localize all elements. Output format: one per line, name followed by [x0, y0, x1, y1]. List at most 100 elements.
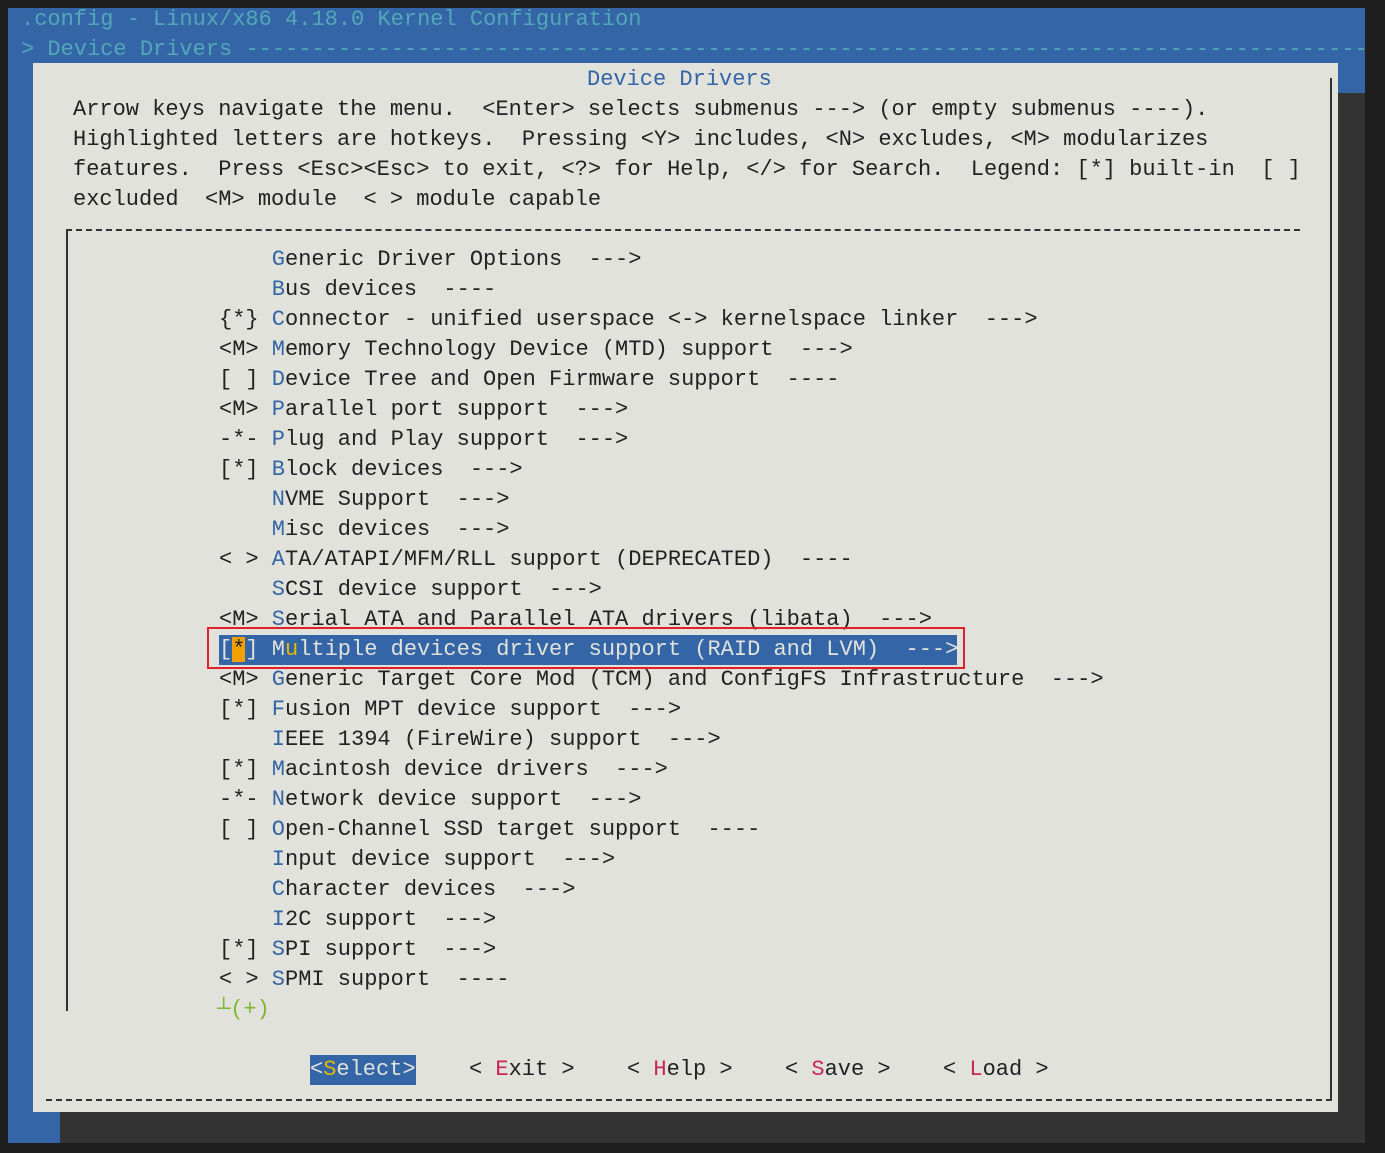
menu-item-state[interactable]: < > [219, 965, 272, 995]
dialog-shadow [1338, 93, 1365, 1143]
highlight-annotation-box [207, 627, 965, 669]
menu-item-label: SPI support ---> [271, 937, 497, 962]
exit-button[interactable]: < Exit > [469, 1055, 575, 1085]
menu-item[interactable]: < > ATA/ATAPI/MFM/RLL support (DEPRECATED… [219, 545, 853, 575]
menu-item[interactable]: NVME Support ---> [219, 485, 510, 515]
button-hotkey: L [969, 1057, 983, 1082]
hotkey-letter: M [271, 757, 285, 782]
menu-item[interactable]: -*- Plug and Play support ---> [219, 425, 628, 455]
menu-item-label: Parallel port support ---> [271, 397, 629, 422]
hotkey-letter: M [271, 337, 285, 362]
breadcrumb-text: > Device Drivers [21, 37, 233, 62]
window-title: .config - Linux/x86 4.18.0 Kernel Config… [21, 7, 642, 32]
select-button[interactable]: <Select> [310, 1055, 416, 1085]
menu-item[interactable]: -*- Network device support ---> [219, 785, 641, 815]
menu-item[interactable]: Input device support ---> [219, 845, 615, 875]
menu-item[interactable]: [*] Fusion MPT device support ---> [219, 695, 681, 725]
menu-item-state[interactable]: -*- [219, 425, 272, 455]
menu-item-state[interactable]: [*] [219, 455, 272, 485]
menu-item-state[interactable]: [*] [219, 935, 272, 965]
breadcrumb-rule: ----------------------------------------… [245, 37, 1365, 62]
save-button[interactable]: < Save > [785, 1055, 891, 1085]
menu-item-label: Plug and Play support ---> [271, 427, 629, 452]
hotkey-letter: S [271, 937, 285, 962]
menu-item-state[interactable]: [ ] [219, 815, 272, 845]
hotkey-letter: S [271, 967, 285, 992]
menu-item[interactable]: Character devices ---> [219, 875, 576, 905]
menu-item-label: Connector - unified userspace <-> kernel… [271, 307, 1038, 332]
menu-item-label: Block devices ---> [271, 457, 523, 482]
hotkey-letter: P [271, 397, 285, 422]
help-text: Highlighted letters are hotkeys. Pressin… [73, 127, 1209, 152]
menu-item-state[interactable]: < > [219, 545, 272, 575]
hotkey-letter: B [271, 457, 285, 482]
menu-item[interactable]: {*} Connector - unified userspace <-> ker… [219, 305, 1038, 335]
menu-item-state[interactable]: [*] [219, 695, 272, 725]
hotkey-letter: O [271, 817, 285, 842]
menu-item[interactable]: [*] SPI support ---> [219, 935, 496, 965]
menu-item[interactable]: [*] Block devices ---> [219, 455, 523, 485]
menu-item-label: Character devices ---> [271, 877, 576, 902]
dialog-title: Device Drivers [587, 67, 772, 92]
hotkey-letter: G [271, 667, 285, 692]
hotkey-letter: A [271, 547, 285, 572]
hotkey-letter: C [271, 307, 285, 332]
hotkey-letter: S [271, 577, 285, 602]
button-hotkey: S [811, 1057, 825, 1082]
load-button[interactable]: < Load > [943, 1055, 1049, 1085]
menu-item-label: Macintosh device drivers ---> [271, 757, 668, 782]
hotkey-letter: N [271, 487, 285, 512]
menu-item-label: ATA/ATAPI/MFM/RLL support (DEPRECATED) -… [271, 547, 853, 572]
menu-item-state[interactable]: <M> [219, 335, 272, 365]
hotkey-letter: M [271, 517, 285, 542]
hotkey-letter: I [271, 847, 285, 872]
menu-item-state[interactable]: <M> [219, 395, 272, 425]
menu-item-state[interactable]: -*- [219, 785, 272, 815]
hotkey-letter: C [271, 877, 285, 902]
hotkey-letter: G [271, 247, 285, 272]
button-hotkey: H [653, 1057, 667, 1082]
menu-item-label: Open-Channel SSD target support ---- [271, 817, 761, 842]
more-items-indicator: ┴(+) [217, 997, 270, 1022]
help-text: Arrow keys navigate the menu. <Enter> se… [73, 97, 1209, 122]
menu-item[interactable]: [*] Macintosh device drivers ---> [219, 755, 668, 785]
hotkey-letter: I [271, 727, 285, 752]
menu-item[interactable]: Misc devices ---> [219, 515, 510, 545]
menu-item-state[interactable]: <M> [219, 665, 272, 695]
breadcrumb: > Device Drivers -----------------------… [21, 35, 1365, 65]
menu-item[interactable]: < > SPMI support ---- [219, 965, 509, 995]
menu-item-label: IEEE 1394 (FireWire) support ---> [271, 727, 721, 752]
hotkey-letter: N [271, 787, 285, 812]
menu-item[interactable]: Bus devices ---- [219, 275, 496, 305]
menu-item-state[interactable]: [ ] [219, 365, 272, 395]
menu-item[interactable]: Generic Driver Options ---> [219, 245, 642, 275]
menu-item-state[interactable]: {*} [219, 305, 272, 335]
menu-item[interactable]: [ ] Device Tree and Open Firmware support… [219, 365, 840, 395]
menu-item-label: Input device support ---> [271, 847, 616, 872]
menu-item-label: Fusion MPT device support ---> [271, 697, 682, 722]
menu-item-state[interactable]: [*] [219, 755, 272, 785]
menu-item[interactable]: SCSI device support ---> [219, 575, 602, 605]
button-hotkey: E [495, 1057, 509, 1082]
menu-item-label: Device Tree and Open Firmware support --… [271, 367, 840, 392]
menu-item-label: Network device support ---> [271, 787, 642, 812]
menu-item-label: Generic Target Core Mod (TCM) and Config… [271, 667, 1104, 692]
hotkey-letter: D [271, 367, 285, 392]
menu-item[interactable]: I2C support ---> [219, 905, 496, 935]
menu-item[interactable]: [ ] Open-Channel SSD target support ---- [219, 815, 760, 845]
menu-item-label: NVME Support ---> [271, 487, 510, 512]
dialog-border [1330, 78, 1332, 1100]
menu-item[interactable]: <M> Parallel port support ---> [219, 395, 628, 425]
menu-item-label: Memory Technology Device (MTD) support -… [271, 337, 853, 362]
dialog-shadow [60, 1112, 1365, 1143]
menu-item[interactable]: <M> Memory Technology Device (MTD) suppor… [219, 335, 853, 365]
menu-item[interactable]: <M> Generic Target Core Mod (TCM) and Con… [219, 665, 1104, 695]
hotkey-letter: I [271, 907, 285, 932]
hotkey-letter: F [271, 697, 285, 722]
menu-item-label: SCSI device support ---> [271, 577, 602, 602]
hotkey-letter: B [271, 277, 285, 302]
menu-item[interactable]: IEEE 1394 (FireWire) support ---> [219, 725, 721, 755]
help-button[interactable]: < Help > [627, 1055, 733, 1085]
dialog-border [46, 1099, 1332, 1101]
help-text: features. Press <Esc><Esc> to exit, <?> … [73, 157, 1301, 182]
